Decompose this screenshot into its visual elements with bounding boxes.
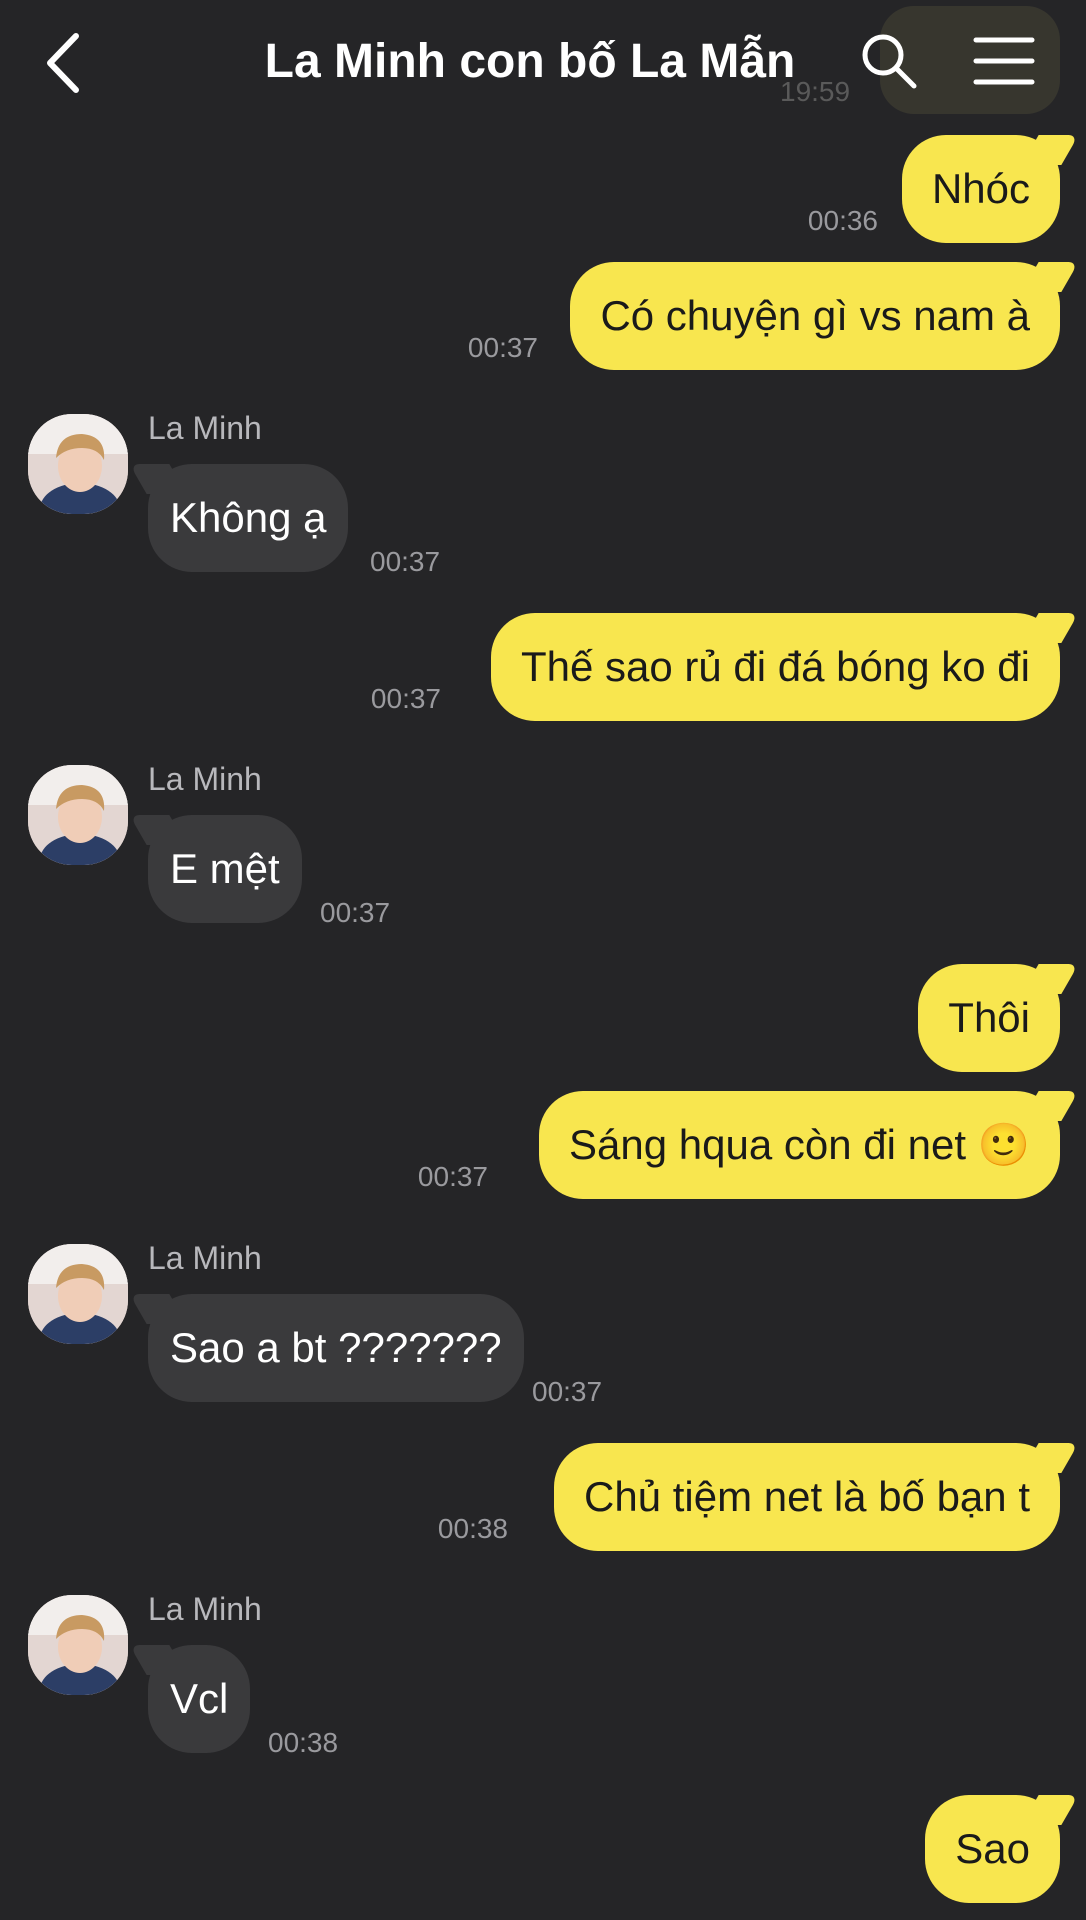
outgoing-message-bubble[interactable]: Sáng hqua còn đi net 🙂 [539, 1091, 1060, 1199]
message-time: 00:38 [437, 1513, 508, 1544]
message-text: Thôi [948, 994, 1030, 1041]
avatar-image [28, 765, 128, 865]
message-text: Sao a bt ??????? [170, 1324, 502, 1371]
avatar-image [28, 414, 128, 514]
avatar[interactable] [28, 1595, 128, 1695]
incoming-message-bubble[interactable]: Sao a bt ??????? [148, 1294, 524, 1402]
message-time: 00:36 [807, 205, 878, 236]
message-time: 00:37 [467, 332, 538, 363]
menu-button[interactable] [970, 30, 1040, 92]
search-icon [862, 34, 917, 89]
background-preview-time: 19:59 [780, 76, 851, 107]
message-text: Thế sao rủ đi đá bóng ko đi [520, 643, 1030, 690]
outgoing-message-bubble[interactable]: Nhóc [901, 135, 1060, 243]
avatar[interactable] [28, 414, 128, 514]
chat-header: La Minh con bố La Mẫn 19:59 [0, 0, 1086, 125]
chat-title: La Minh con bố La Mẫn [264, 35, 796, 88]
outgoing-message-bubble[interactable]: Có chuyện gì vs nam à [570, 262, 1060, 370]
incoming-message-bubble[interactable]: Không ạ [148, 464, 349, 572]
incoming-message-bubble[interactable]: E mệt [148, 815, 302, 923]
message-time: 00:37 [417, 1161, 488, 1192]
message-text: Chủ tiệm net là bố bạn t [584, 1473, 1030, 1520]
message-text: Sáng hqua còn đi net 🙂 [569, 1121, 1030, 1168]
message-time: 00:37 [532, 1376, 603, 1407]
message-text: E mệt [170, 845, 280, 892]
avatar-image [28, 1595, 128, 1695]
message-time: 00:37 [370, 546, 441, 577]
sender-name: La Minh [148, 761, 262, 797]
outgoing-message-bubble[interactable]: Chủ tiệm net là bố bạn t [554, 1443, 1060, 1551]
message-text: Không ạ [170, 494, 327, 541]
back-button[interactable] [40, 28, 90, 98]
message-time: 00:37 [370, 683, 441, 714]
hamburger-menu-icon [973, 37, 1035, 85]
sender-name: La Minh [148, 1240, 262, 1276]
outgoing-message-bubble[interactable]: Sao [925, 1795, 1060, 1903]
sender-name: La Minh [148, 1591, 262, 1627]
message-list[interactable]: Nhóc 00:36 Có chuyện gì vs nam à 00:37 L… [0, 0, 1086, 1920]
avatar[interactable] [28, 765, 128, 865]
message-text: Nhóc [931, 165, 1030, 212]
message-text: Có chuyện gì vs nam à [600, 292, 1030, 339]
avatar-image [28, 1244, 128, 1344]
message-time: 00:37 [320, 897, 391, 928]
message-text: Sao [955, 1825, 1030, 1872]
message-text: Vcl [170, 1675, 229, 1722]
outgoing-message-bubble[interactable]: Thế sao rủ đi đá bóng ko đi [490, 613, 1060, 721]
incoming-message-bubble[interactable]: Vcl [148, 1645, 251, 1753]
chevron-left-icon [47, 33, 79, 93]
search-button[interactable] [858, 30, 920, 92]
sender-name: La Minh [148, 410, 262, 446]
avatar[interactable] [28, 1244, 128, 1344]
message-time: 00:38 [268, 1727, 339, 1758]
outgoing-message-bubble[interactable]: Thôi [918, 964, 1060, 1072]
